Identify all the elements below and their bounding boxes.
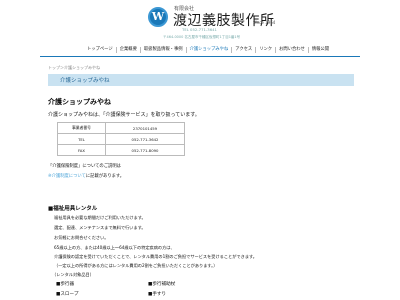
nav-divider: [40, 56, 360, 57]
page-title: 介護ショップみやね: [60, 78, 110, 84]
page-title-bar: 介護ショップみやね: [48, 74, 354, 86]
table-key: FAX: [57, 144, 106, 156]
contact-info: TEL 052-771-3641: [182, 27, 217, 32]
paragraph: 選定、配達、メンテナンスまで無料で行います。: [54, 225, 146, 230]
nav-item-access[interactable]: アクセス: [231, 47, 255, 53]
intro-text: 介護ショップみやねは、「介護保険サービス」を取り扱っています。: [48, 112, 200, 118]
rental-item: ■手すり: [148, 292, 167, 297]
rental-items-label: （レンタル対象品目）: [52, 272, 94, 277]
table-value: 052-771-3642: [105, 133, 185, 145]
table-value: 2370101459: [105, 122, 185, 134]
logo-glyph: W: [151, 10, 165, 23]
address-info: 〒464-0000 名古屋市千種区仮想町1丁目1番1号: [163, 35, 241, 39]
breadcrumb[interactable]: トップ＞介護ショップみやね: [48, 65, 100, 71]
nav-item-top[interactable]: トップページ: [84, 47, 116, 53]
nav-item-contact[interactable]: お問い合わせ: [275, 47, 308, 53]
table-row: TEL 052-771-3642: [57, 133, 185, 145]
since-label: Since 1964: [253, 20, 276, 25]
rental-item: ■スロープ: [56, 292, 79, 297]
nav-item-care-shop[interactable]: 介護ショップみやね: [185, 47, 232, 53]
insurance-system-link[interactable]: ※介護制度について: [48, 174, 86, 179]
paragraph: 65歳以上の方、または40歳以上〜64歳以下の特定疾病の方は、: [54, 245, 175, 250]
nav-item-company[interactable]: 企業概要: [115, 47, 140, 53]
insurance-note: 「介護保険制度」についてのご説明は: [48, 164, 121, 169]
nav-item-products[interactable]: 取扱製品情報・事例: [139, 47, 186, 53]
content-heading: 介護ショップみやね: [48, 98, 111, 106]
insurance-link-note: ※介護制度についてに記載があります。: [48, 173, 124, 179]
paragraph: 介護保険の認定を受けていただくことで、レンタル費用の1割のご負担でサービスを受け…: [54, 254, 257, 259]
main-nav: トップページ 企業概要 取扱製品情報・事例 介護ショップみやね アクセス リンク…: [84, 44, 332, 56]
paragraph: 福祉用具を必要な期間だけご利用いただけます。: [54, 215, 146, 220]
nav-item-disclosure[interactable]: 情報公開: [307, 47, 332, 53]
paragraph: （一定以上の所得がある方にはレンタル費用の2割をご負担いただくことがあります。）: [54, 263, 218, 268]
table-row: FAX 052-771-8090: [57, 144, 185, 156]
table-row: 事業者番号 2370101459: [57, 122, 185, 134]
rental-item: ■歩行補助杖: [148, 282, 176, 287]
company-logo[interactable]: W: [148, 7, 168, 27]
insurance-link-suffix: に記載があります。: [85, 174, 125, 179]
table-value: 052-771-8090: [105, 144, 185, 156]
paragraph: お気軽にお問合せください。: [54, 235, 109, 240]
site-header: W 有限会社 渡辺義肢製作所 Since 1964 TEL 052-771-36…: [0, 0, 400, 44]
rental-item: ■歩行器: [56, 282, 75, 287]
section-title: ■福祉用具レンタル: [48, 206, 98, 212]
nav-item-links[interactable]: リンク: [255, 47, 275, 53]
table-key: 事業者番号: [57, 122, 106, 134]
table-key: TEL: [57, 133, 106, 145]
info-table: 事業者番号 2370101459 TEL 052-771-3642 FAX 05…: [57, 122, 185, 156]
